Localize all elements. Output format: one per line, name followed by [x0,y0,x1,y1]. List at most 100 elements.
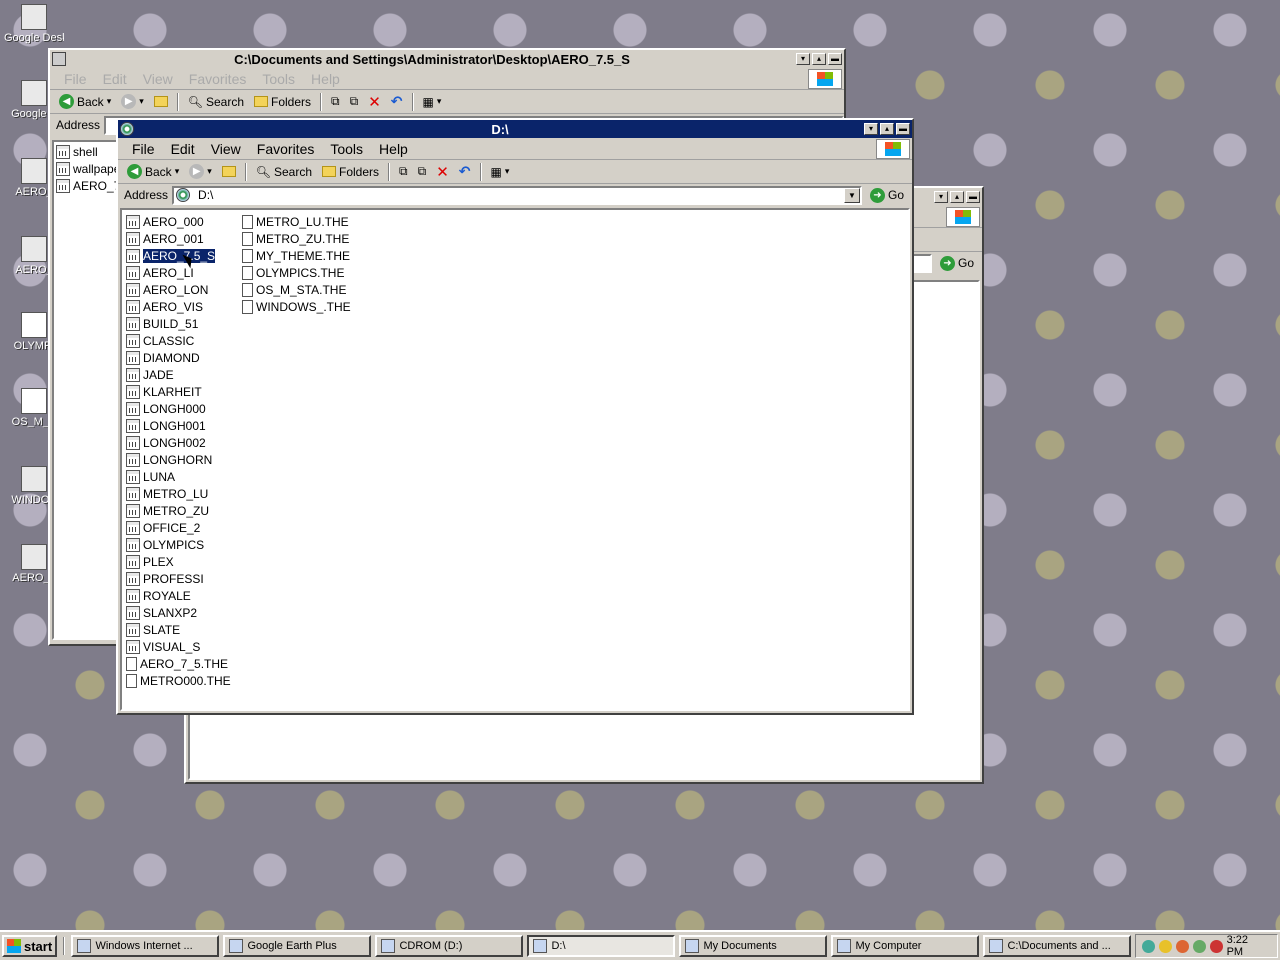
up-folder-button[interactable] [151,96,171,107]
folder-item[interactable]: JADE [126,367,174,383]
folder-item[interactable]: OLYMPICS [126,537,204,553]
shield-icon[interactable] [1159,939,1173,953]
undo-button[interactable]: ↶ [388,93,406,110]
taskbar-button[interactable]: Windows Internet ... [71,935,220,957]
folder-item[interactable]: PLEX [126,554,174,570]
maximize-button[interactable]: ▴ [880,123,894,135]
theme-folder-icon [56,162,70,176]
move-to-button[interactable]: ⧉ [328,94,343,109]
menu-tools[interactable]: Tools [322,141,371,157]
move-to-button[interactable]: ⧉ [396,164,411,179]
taskbar-button[interactable]: C:\Documents and ... [983,935,1132,957]
folder-item[interactable]: ROYALE [126,588,191,604]
delete-button[interactable]: ✕ [433,163,452,181]
close-button[interactable]: ▬ [966,191,980,203]
views-button[interactable]: ▦ ▾ [420,95,445,109]
theme-folder-icon [126,436,140,450]
forward-button[interactable]: ▶ ▾ [186,164,215,179]
views-button[interactable]: ▦ ▾ [488,165,513,179]
maximize-button[interactable]: ▴ [812,53,826,65]
antivirus-icon[interactable] [1209,939,1223,953]
undo-button[interactable]: ↶ [456,163,474,180]
file-item[interactable]: METRO000.THE [126,673,231,689]
menu-tools[interactable]: Tools [254,71,303,87]
file-item[interactable]: METRO_LU.THE [242,214,349,230]
minimize-button[interactable]: ▾ [796,53,810,65]
close-button[interactable]: ▬ [828,53,842,65]
folder-item[interactable]: AERO_VIS [126,299,203,315]
chrome-icon[interactable] [1142,939,1156,953]
folder-item[interactable]: LONGH001 [126,418,206,434]
menu-file[interactable]: File [124,141,163,157]
list-item[interactable]: shell [56,144,98,160]
folder-item[interactable]: LONGH000 [126,401,206,417]
file-item[interactable]: WINDOWS_.THE [242,299,351,315]
list-item[interactable]: wallpaper [56,161,124,177]
delete-button[interactable]: ✕ [365,93,384,111]
desktop-icon[interactable]: Google Deskt [4,4,64,44]
front-window-titlebar[interactable]: D:\ ▾ ▴ ▬ [118,120,912,138]
copy-to-button[interactable]: ⧉ [347,94,362,109]
menu-file[interactable]: File [56,71,95,87]
folder-item[interactable]: AERO_001 [126,231,204,247]
menu-favorites[interactable]: Favorites [181,71,255,87]
menu-help[interactable]: Help [303,71,348,87]
maximize-button[interactable]: ▴ [950,191,964,203]
folder-item[interactable]: LUNA [126,469,175,485]
start-button[interactable]: start [2,935,58,957]
folders-button[interactable]: Folders [251,95,314,109]
taskbar-button[interactable]: My Documents [679,935,828,957]
folder-item[interactable]: AERO_7.5_S [126,248,217,264]
back-window-titlebar[interactable]: C:\Documents and Settings\Administrator\… [50,50,844,68]
minimize-button[interactable]: ▾ [934,191,948,203]
close-button[interactable]: ▬ [896,123,910,135]
go-button[interactable]: ➜ Go [936,255,982,271]
folder-item[interactable]: KLARHEIT [126,384,202,400]
folder-item[interactable]: AERO_LON [126,282,208,298]
menu-view[interactable]: View [203,141,249,157]
go-button[interactable]: ➜ Go [866,187,912,203]
folder-item[interactable]: CLASSIC [126,333,194,349]
address-dropdown-button[interactable]: ▼ [843,187,860,203]
search-button[interactable]: 🔍︎ Search [253,165,315,179]
folder-item[interactable]: SLANXP2 [126,605,197,621]
list-item[interactable]: AERO_7. [56,178,124,194]
address-field[interactable]: D:\ ▼ [172,185,862,205]
search-button[interactable]: 🔍︎ Search [185,95,247,109]
folder-item[interactable]: LONGH002 [126,435,206,451]
folder-item[interactable]: PROFESSI [126,571,204,587]
folder-item[interactable]: SLATE [126,622,180,638]
taskbar-button[interactable]: D:\ [527,935,676,957]
menu-edit[interactable]: Edit [163,141,203,157]
back-button[interactable]: ◀ Back ▾ [124,164,182,179]
folder-item[interactable]: AERO_000 [126,214,204,230]
folder-item[interactable]: BUILD_51 [126,316,198,332]
menu-edit[interactable]: Edit [95,71,135,87]
folder-item[interactable]: OFFICE_2 [126,520,200,536]
file-item[interactable]: OS_M_STA.THE [242,282,346,298]
file-item[interactable]: OLYMPICS.THE [242,265,344,281]
menu-help[interactable]: Help [371,141,416,157]
taskbar-button[interactable]: CDROM (D:) [375,935,524,957]
taskbar-button[interactable]: Google Earth Plus [223,935,372,957]
minimize-button[interactable]: ▾ [864,123,878,135]
back-button[interactable]: ◀ Back ▾ [56,94,114,109]
file-item[interactable]: AERO_7_5.THE [126,656,228,672]
forward-button[interactable]: ▶ ▾ [118,94,147,109]
warning-icon[interactable] [1176,939,1189,953]
menu-favorites[interactable]: Favorites [249,141,323,157]
folder-item[interactable]: DIAMOND [126,350,200,366]
file-item[interactable]: MY_THEME.THE [242,248,350,264]
file-item[interactable]: METRO_ZU.THE [242,231,349,247]
taskbar-button[interactable]: My Computer [831,935,980,957]
folder-item[interactable]: LONGHORN [126,452,212,468]
folder-item[interactable]: METRO_LU [126,486,208,502]
folder-item[interactable]: VISUAL_S [126,639,200,655]
folders-button[interactable]: Folders [319,165,382,179]
folder-item[interactable]: AERO_LI [126,265,194,281]
copy-to-button[interactable]: ⧉ [415,164,430,179]
up-folder-button[interactable] [219,166,239,177]
network-icon[interactable] [1192,939,1206,953]
menu-view[interactable]: View [135,71,181,87]
folder-item[interactable]: METRO_ZU [126,503,209,519]
